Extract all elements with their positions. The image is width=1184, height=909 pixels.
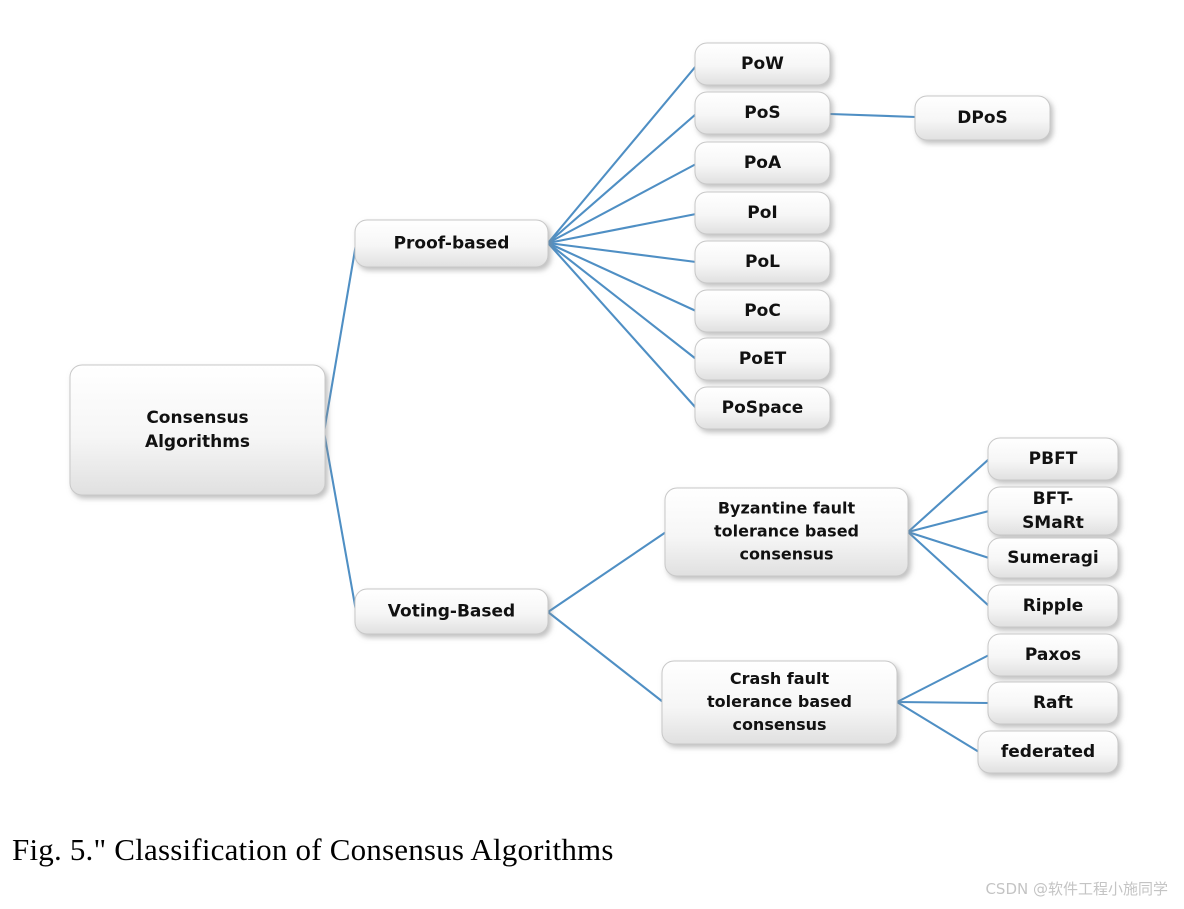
node-label-federated: federated bbox=[1001, 742, 1095, 762]
node-label-sumeragi: Sumeragi bbox=[1007, 548, 1098, 568]
node-label-poet: PoET bbox=[739, 349, 787, 369]
node-label-bft: Byzantine fault bbox=[718, 499, 856, 518]
node-dpos[interactable]: DPoS bbox=[914, 95, 1051, 141]
node-label-pospace: PoSpace bbox=[722, 398, 804, 418]
edge-proof-to-poa bbox=[546, 162, 698, 245]
node-label-cft: Crash fault bbox=[730, 669, 830, 688]
node-cft[interactable]: Crash fault tolerance based consensus bbox=[661, 660, 898, 745]
node-root[interactable]: Consensus Algorithms bbox=[69, 364, 326, 496]
node-pow[interactable]: PoW bbox=[694, 42, 831, 86]
node-label-ripple: Ripple bbox=[1023, 596, 1084, 616]
node-paxos[interactable]: Paxos bbox=[987, 633, 1119, 677]
node-label-pol: PoL bbox=[745, 252, 780, 272]
node-label-poi: PoI bbox=[747, 203, 777, 223]
csdn-watermark: CSDN @软件工程小施同学 bbox=[985, 880, 1168, 898]
edge-cft-to-federated bbox=[895, 700, 981, 754]
node-label-voting: Voting-Based bbox=[388, 602, 515, 622]
node-raft[interactable]: Raft bbox=[987, 681, 1119, 725]
node-pbft[interactable]: PBFT bbox=[987, 437, 1119, 481]
edge-bft-to-ripple bbox=[906, 530, 991, 608]
node-label-poc: PoC bbox=[744, 301, 781, 321]
node-poa[interactable]: PoA bbox=[694, 141, 831, 185]
edge-root-to-proof bbox=[322, 242, 358, 434]
edge-voting-to-cft bbox=[546, 610, 665, 704]
node-pol[interactable]: PoL bbox=[694, 240, 831, 284]
edge-proof-to-pow bbox=[546, 64, 698, 245]
node-bftsmart[interactable]: BFT- SMaRt bbox=[987, 486, 1119, 536]
node-poc[interactable]: PoC bbox=[694, 289, 831, 333]
node-label-pbft: PBFT bbox=[1029, 449, 1078, 469]
node-pospace[interactable]: PoSpace bbox=[694, 386, 831, 430]
edge-cft-to-paxos bbox=[895, 653, 991, 704]
figure-caption: Fig. 5." Classification of Consensus Alg… bbox=[12, 832, 614, 867]
node-label-dpos: DPoS bbox=[957, 108, 1008, 128]
node-poi[interactable]: PoI bbox=[694, 191, 831, 235]
node-label-pow: PoW bbox=[741, 54, 784, 74]
node-sumeragi[interactable]: Sumeragi bbox=[987, 537, 1119, 579]
node-label-bft: tolerance based bbox=[714, 522, 859, 541]
consensus-algorithms-tree-diagram: Consensus Algorithms Proof-based Voting-Bas… bbox=[69, 42, 1119, 774]
node-label-paxos: Paxos bbox=[1025, 645, 1081, 665]
node-label-poa: PoA bbox=[744, 153, 782, 173]
edge-proof-to-poi bbox=[546, 212, 698, 245]
node-label-root: Consensus bbox=[146, 408, 248, 428]
node-label-raft: Raft bbox=[1033, 693, 1073, 713]
node-federated[interactable]: federated bbox=[977, 730, 1119, 774]
connector-lines-group bbox=[322, 64, 991, 754]
node-label-cft: tolerance based bbox=[707, 692, 852, 711]
node-label-root: Algorithms bbox=[145, 432, 250, 452]
node-bft[interactable]: Byzantine fault tolerance based consensus bbox=[664, 487, 909, 577]
edge-proof-to-pospace bbox=[546, 241, 698, 410]
node-label-bftsmart: BFT- bbox=[1033, 489, 1074, 509]
edge-root-to-voting bbox=[322, 430, 358, 613]
node-voting[interactable]: Voting-Based bbox=[354, 588, 549, 635]
edge-pos-to-dpos bbox=[828, 112, 918, 119]
node-ripple[interactable]: Ripple bbox=[987, 584, 1119, 628]
node-label-pos: PoS bbox=[744, 103, 780, 123]
node-label-bftsmart: SMaRt bbox=[1022, 513, 1084, 533]
edge-cft-to-raft bbox=[895, 700, 991, 705]
node-box-root bbox=[69, 364, 326, 496]
node-label-bft: consensus bbox=[739, 545, 833, 564]
nodes-group: Consensus Algorithms Proof-based Voting-Bas… bbox=[69, 42, 1119, 774]
node-pos[interactable]: PoS bbox=[694, 91, 831, 135]
figure-container: Consensus Algorithms Proof-based Voting-Bas… bbox=[0, 0, 1184, 909]
node-poet[interactable]: PoET bbox=[694, 337, 831, 381]
node-label-proof: Proof-based bbox=[394, 234, 510, 254]
node-proof[interactable]: Proof-based bbox=[354, 219, 549, 268]
edge-proof-to-pos bbox=[546, 112, 698, 245]
node-label-cft: consensus bbox=[732, 715, 826, 734]
edge-voting-to-bft bbox=[546, 530, 668, 614]
edge-bft-to-sumeragi bbox=[906, 530, 991, 560]
